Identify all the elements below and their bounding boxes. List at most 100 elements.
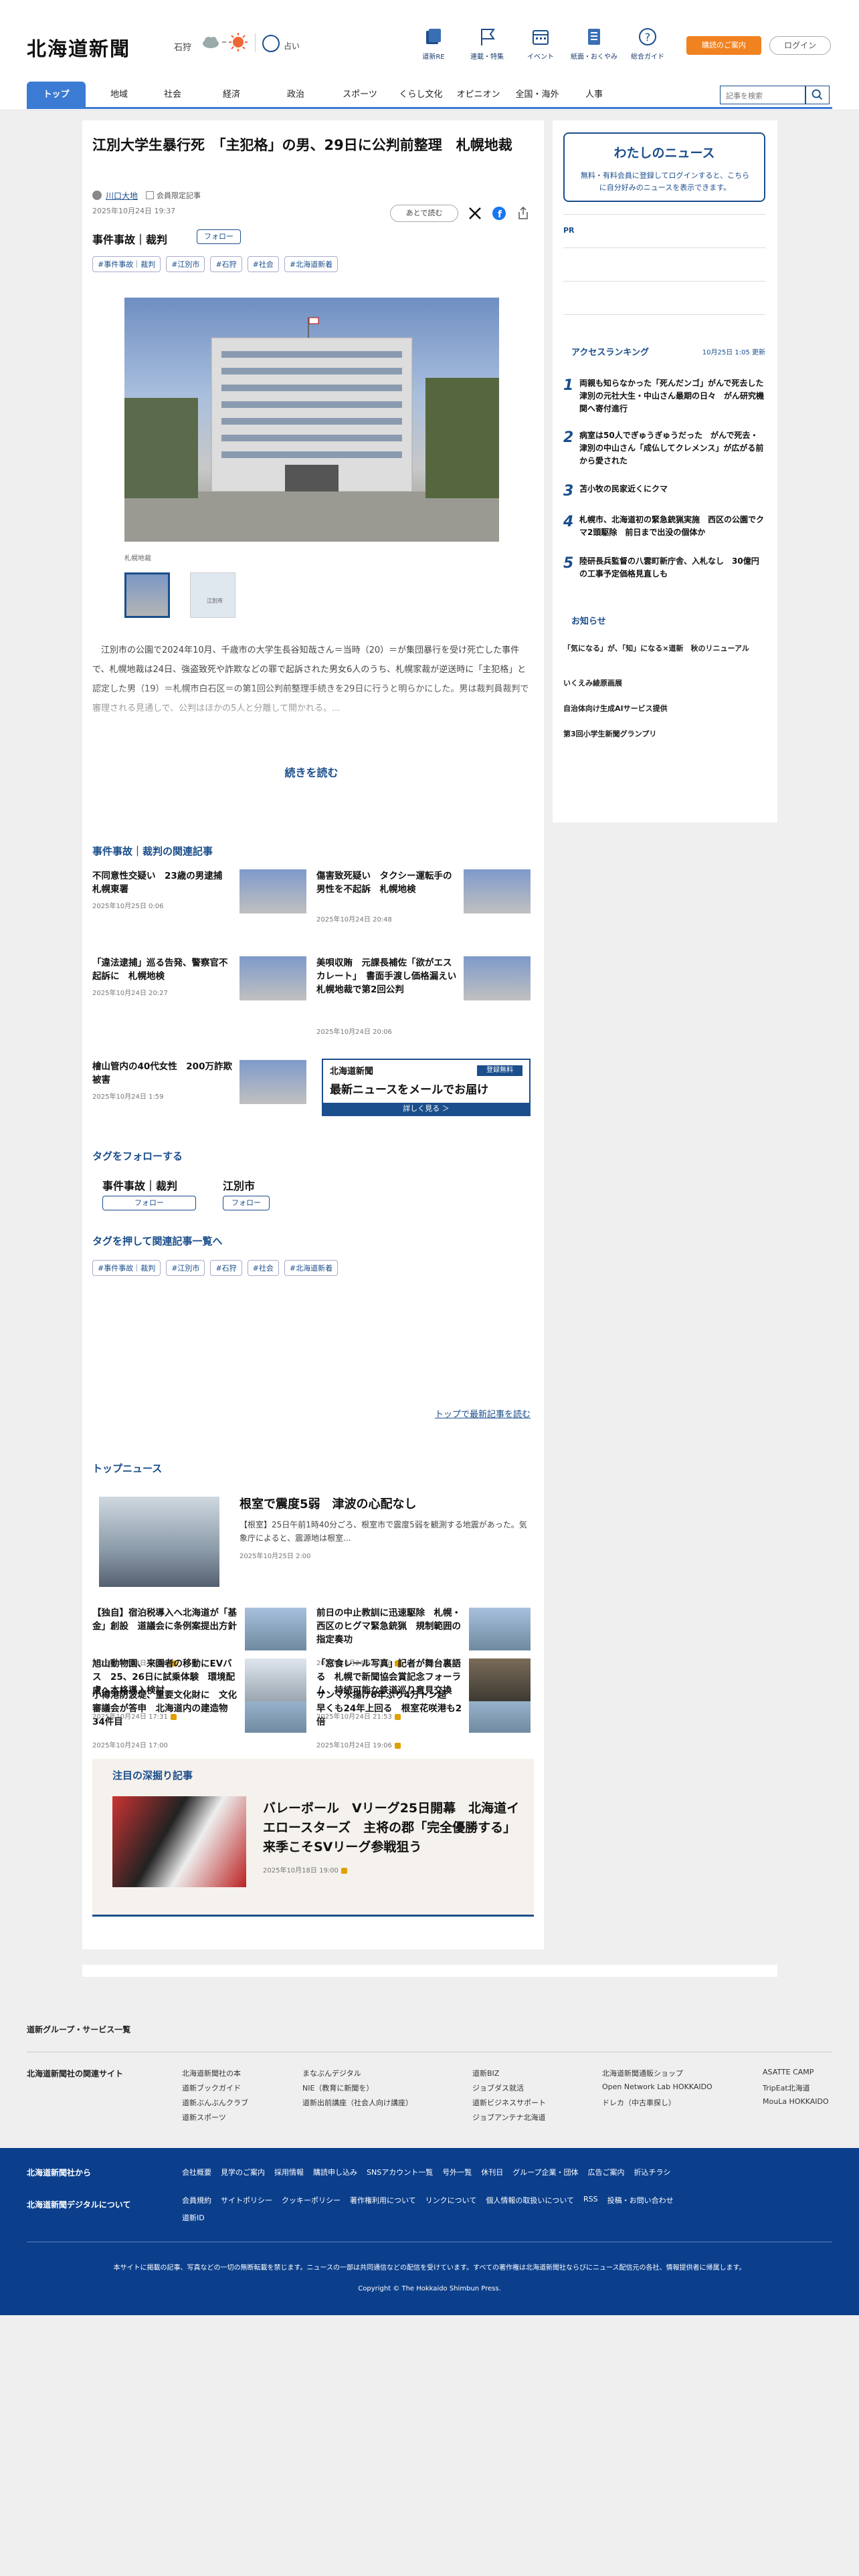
tag-link[interactable]: #石狩	[210, 1260, 242, 1276]
related-article-title[interactable]: 美唄収賄 元課長補佐「欲がエスカレート」 書面手渡し価格漏えい 札幌地裁で第2回…	[316, 956, 466, 996]
footer-link[interactable]: 道新ID	[182, 2212, 205, 2223]
footer-link[interactable]: RSS	[583, 2195, 598, 2206]
follow-tag-button[interactable]: フォロー	[223, 1196, 270, 1210]
footer-link[interactable]: 個人情報の取扱いについて	[486, 2195, 574, 2206]
ranking-item-title[interactable]: 病室は50人でぎゅうぎゅうだった がんで死去・津別の中山さん「成仏してクレメンス…	[579, 429, 765, 467]
news-item[interactable]: 「窓食レール写真」記者が舞台裏語る 札幌で新聞協会賞記念フォーラム 持続可能な鉄…	[316, 1657, 531, 1731]
footer-link[interactable]: ASATTE CAMP	[763, 2068, 814, 2076]
newsletter-banner[interactable]: 北海道新聞 登録無料 最新ニュースをメールでお届け 詳しく見る ＞	[322, 1059, 531, 1116]
login-button[interactable]: ログイン	[769, 36, 831, 55]
related-article-thumbnail[interactable]	[240, 1060, 306, 1104]
nav-tab-economy[interactable]: 経済	[199, 82, 264, 107]
facebook-share-icon[interactable]: f	[492, 206, 506, 221]
footer-link[interactable]: 投稿・お問い合わせ	[607, 2195, 674, 2206]
my-news-box[interactable]: わたしのニュース 無料・有料会員に登録してログインすると、こちらに自分好みのニュ…	[563, 132, 765, 202]
footer-link[interactable]: まなぶんデジタル	[302, 2068, 361, 2078]
footer-link[interactable]: SNSアカウント一覧	[367, 2167, 433, 2177]
related-article[interactable]: 檜山管内の40代女性 200万詐欺被害 2025年10月24日 1:59	[92, 1060, 306, 1127]
nav-tab-culture[interactable]: くらし文化	[392, 82, 450, 107]
footer-link[interactable]: 見学のご案内	[221, 2167, 265, 2177]
related-article-title[interactable]: 「違法逮捕」巡る告発、警察官不起訴に 札幌地検	[92, 956, 233, 983]
nav-tab-politics[interactable]: 政治	[264, 82, 328, 107]
nav-event[interactable]: イベント	[514, 27, 567, 61]
nav-tab-opinion[interactable]: オピニオン	[450, 82, 507, 107]
footer-link[interactable]: 道新スポーツ	[182, 2112, 226, 2123]
footer-link[interactable]: 会員規約	[182, 2195, 211, 2206]
footer-link[interactable]: リンクについて	[425, 2195, 477, 2206]
footer-link[interactable]: ジョブアンテナ北海道	[472, 2112, 546, 2123]
share-icon[interactable]	[516, 206, 531, 221]
news-item-title[interactable]: 「窓食レール写真」記者が舞台裏語る 札幌で新聞協会賞記念フォーラム 持続可能な鉄…	[316, 1657, 464, 1697]
nav-guide[interactable]: ? 総合ガイド	[621, 27, 674, 61]
related-article[interactable]: 不同意性交疑い 23歳の男逮捕 札幌東署 2025年10月25日 0:06	[92, 869, 306, 936]
tag-link[interactable]: #社会	[247, 1260, 279, 1276]
tag-link[interactable]: #社会	[247, 256, 279, 272]
footer-link[interactable]: クッキーポリシー	[282, 2195, 341, 2206]
tag-link[interactable]: #江別市	[166, 256, 205, 272]
notice-item[interactable]: いくえみ綾原画展	[563, 678, 765, 689]
related-article[interactable]: 傷害致死疑い タクシー運転手の男性を不起訴 札幌地検 2025年10月24日 2…	[316, 869, 531, 936]
deep-dive-image[interactable]	[112, 1796, 246, 1887]
nav-tab-personnel[interactable]: 人事	[567, 82, 621, 107]
news-item-title[interactable]: 【独自】宿泊税導入へ北海道が「基金」創設 道議会に条例案提出方針	[92, 1606, 240, 1633]
related-article-title[interactable]: 傷害致死疑い タクシー運転手の男性を不起訴 札幌地検	[316, 869, 457, 896]
x-share-icon[interactable]	[468, 206, 482, 221]
footer-link[interactable]: 会社概要	[182, 2167, 211, 2177]
follow-button[interactable]: フォロー	[197, 229, 241, 244]
footer-link[interactable]: ドレカ（中古車探し）	[602, 2097, 676, 2108]
follow-tag-button[interactable]: フォロー	[102, 1196, 196, 1210]
search-input[interactable]: 記事を検索	[720, 86, 805, 104]
footer-link[interactable]: 道新出前講座（社会人向け講座）	[302, 2097, 413, 2108]
nav-tab-region[interactable]: 地域	[92, 82, 146, 107]
search-button[interactable]	[805, 86, 830, 104]
footer-link[interactable]: グループ企業・団体	[512, 2167, 578, 2177]
related-article-thumbnail[interactable]	[240, 956, 306, 1000]
related-article-thumbnail[interactable]	[240, 869, 306, 914]
service-list-link[interactable]: 道新グループ・サービス一覧	[27, 2024, 130, 2035]
nav-doshin-re[interactable]: 道新RE	[407, 27, 460, 61]
read-later-button[interactable]: あとで読む	[390, 205, 458, 222]
related-article[interactable]: 「違法逮捕」巡る告発、警察官不起訴に 札幌地検 2025年10月24日 20:2…	[92, 956, 306, 1023]
nav-tab-top[interactable]: トップ	[27, 82, 86, 107]
news-item-thumbnail[interactable]	[245, 1608, 306, 1650]
tag-link[interactable]: #事件事故｜裁判	[92, 256, 161, 272]
nav-tab-sports[interactable]: スポーツ	[328, 82, 392, 107]
deep-dive-headline[interactable]: バレーボール Vリーグ25日開幕 北海道イエロースターズ 主将の郡「完全優勝する…	[263, 1799, 531, 1857]
footer-link[interactable]: 広告ご案内	[588, 2167, 625, 2177]
footer-link[interactable]: 号外一覧	[442, 2167, 472, 2177]
site-logo[interactable]: 北海道新聞	[27, 33, 130, 62]
news-item-title[interactable]: 旭山動物園、来園者の移動にEVバス 25、26日に試乗体験 環境配慮へ本格導入検…	[92, 1657, 240, 1697]
banner-details-button[interactable]: 詳しく見る ＞	[323, 1103, 529, 1115]
fortune-icon[interactable]	[262, 35, 280, 52]
region-label[interactable]: 石狩	[174, 40, 191, 53]
footer-link[interactable]: 北海道新聞社の本	[182, 2068, 241, 2078]
news-item-video-thumbnail[interactable]	[469, 1658, 531, 1701]
footer-link[interactable]: Open Network Lab HOKKAIDO	[602, 2082, 712, 2091]
fortune-label[interactable]: 占い	[284, 40, 300, 51]
notice-title[interactable]: お知らせ	[571, 614, 606, 627]
footer-link[interactable]: 著作権利用について	[350, 2195, 416, 2206]
news-item-title[interactable]: 前日の中止教訓に迅速駆除 札幌・西区のヒグマ緊急銃猟 規制範囲の指定奏功	[316, 1606, 464, 1646]
tag-link[interactable]: #石狩	[210, 256, 242, 272]
photo-thumbnail-selected[interactable]	[124, 572, 170, 618]
notice-item[interactable]: 「気になる」が、「知」になる×道新 秋のリニューアル	[563, 643, 765, 654]
ranking-item-title[interactable]: 札幌市、北海道初の緊急銃猟実施 西区の公園でクマ2頭駆除 前日まで出没の個体か	[579, 514, 765, 539]
nav-tab-society[interactable]: 社会	[146, 82, 199, 107]
related-article-title[interactable]: 檜山管内の40代女性 200万詐欺被害	[92, 1060, 233, 1087]
latest-news-link[interactable]: トップで最新記事を読む	[92, 1407, 531, 1420]
footer-link[interactable]: TripEat北海道	[763, 2082, 810, 2093]
subscribe-button[interactable]: 購読のご案内	[686, 36, 761, 55]
article-photo[interactable]	[124, 298, 499, 542]
footer-link[interactable]: 道新ビジネスサポート	[472, 2097, 546, 2108]
notice-item[interactable]: 自治体向け生成AIサービス提供	[563, 704, 765, 714]
footer-link[interactable]: 北海道新聞通販ショップ	[602, 2068, 683, 2078]
tag-link[interactable]: #事件事故｜裁判	[92, 1260, 161, 1276]
footer-link[interactable]: 道新BIZ	[472, 2068, 499, 2078]
footer-link[interactable]: 折込チラシ	[634, 2167, 671, 2177]
ranking-item-title[interactable]: 苫小牧の民家近くにクマ	[579, 483, 765, 496]
news-item[interactable]: 旭山動物園、来園者の移動にEVバス 25、26日に試乗体験 環境配慮へ本格導入検…	[92, 1657, 306, 1731]
top-news-image[interactable]	[99, 1497, 219, 1587]
ranking-title[interactable]: アクセスランキング	[571, 345, 649, 358]
tag-link[interactable]: #北海道新着	[284, 1260, 339, 1276]
deep-dive-title[interactable]: 注目の深掘り記事	[112, 1768, 193, 1782]
